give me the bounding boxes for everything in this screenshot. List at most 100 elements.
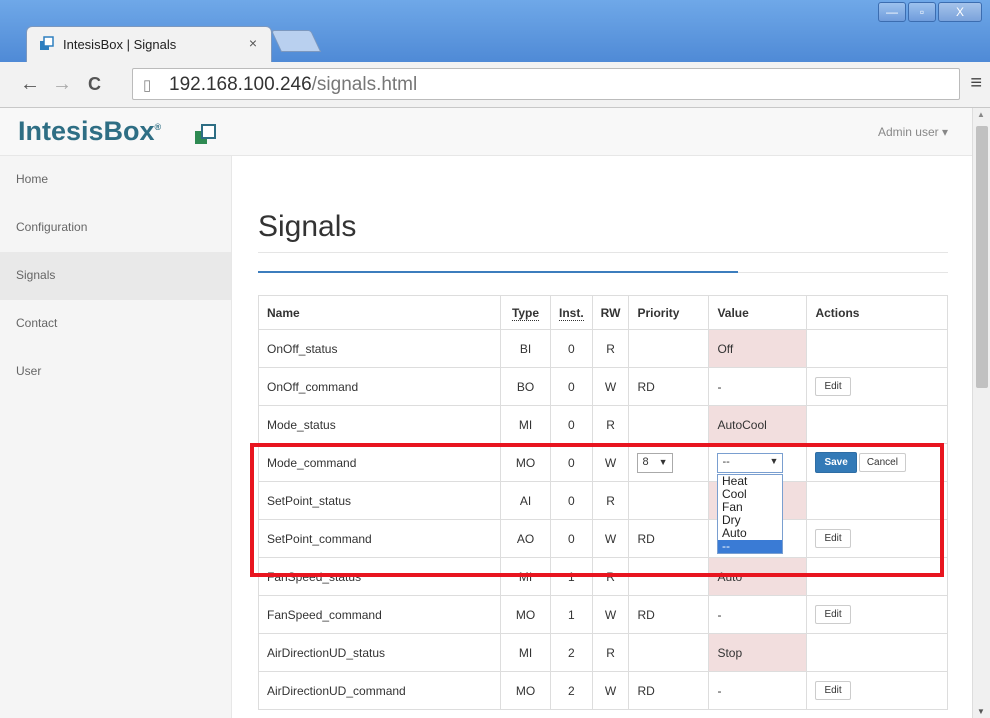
browser-titlebar: IntesisBox | Signals × — ▫ X <box>0 0 990 62</box>
cell-inst: 0 <box>550 405 593 444</box>
minimize-button[interactable]: — <box>878 2 906 22</box>
favicon-icon <box>40 36 54 50</box>
cell-actions <box>806 481 948 520</box>
cell-rw: R <box>591 633 630 672</box>
cell-value: - <box>708 671 808 710</box>
page-scrollbar[interactable]: ▲ ▼ <box>972 108 990 718</box>
cell-priority <box>628 633 710 672</box>
sidebar-item-user[interactable]: User <box>0 348 231 396</box>
back-arrow-icon[interactable]: ← <box>20 73 40 96</box>
edit-button[interactable]: Edit <box>815 681 851 700</box>
maximize-button[interactable]: ▫ <box>908 2 936 22</box>
col-header-rw: RW <box>591 295 630 330</box>
url-text: 192.168.100.246/signals.html <box>169 74 417 96</box>
table-row: AirDirectionUD_command MO 2 W RD - Edit <box>258 671 948 710</box>
cell-type: AI <box>500 481 551 520</box>
scroll-thumb[interactable] <box>976 126 988 388</box>
cell-name: OnOff_command <box>258 367 501 406</box>
admin-user-menu[interactable]: Admin user ▾ <box>878 125 948 139</box>
edit-button[interactable]: Edit <box>815 605 851 624</box>
browser-tab[interactable]: IntesisBox | Signals × <box>26 26 272 62</box>
cell-name: AirDirectionUD_status <box>258 633 501 672</box>
page-title: Signals <box>258 210 357 243</box>
cell-type: MI <box>500 557 551 596</box>
cell-rw: W <box>591 367 630 406</box>
cell-priority <box>628 329 710 368</box>
cell-actions: Edit <box>806 367 948 406</box>
cell-type: MO <box>500 671 551 710</box>
table-row: SetPoint_command AO 0 W RD Edit <box>258 519 948 558</box>
dropdown-option-selected[interactable]: -- <box>718 540 782 553</box>
reload-icon[interactable]: C <box>88 74 101 95</box>
table-row: Mode_command MO 0 W 8 ▼ -- ▼ Save Cancel <box>258 443 948 482</box>
scroll-up-icon[interactable]: ▲ <box>977 110 985 119</box>
cell-inst: 0 <box>550 481 593 520</box>
priority-select-value: 8 <box>642 455 649 468</box>
close-window-button[interactable]: X <box>938 2 982 22</box>
cell-inst: 0 <box>550 519 593 558</box>
col-header-type: Type <box>500 295 551 330</box>
table-row: Mode_status MI 0 R AutoCool <box>258 405 948 444</box>
cell-name: FanSpeed_command <box>258 595 501 634</box>
col-header-type-label: Type <box>511 305 540 321</box>
value-select[interactable]: -- ▼ <box>717 452 784 473</box>
address-bar[interactable]: ▯ 192.168.100.246/signals.html <box>132 68 960 100</box>
cell-inst: 1 <box>550 595 593 634</box>
cell-actions: Edit <box>806 671 948 710</box>
cell-actions <box>806 329 948 368</box>
edit-button[interactable]: Edit <box>815 377 851 396</box>
brand-logo-icon <box>195 124 216 144</box>
cell-name: AirDirectionUD_command <box>258 671 501 710</box>
value-dropdown-list: Heat Cool Fan Dry Auto -- <box>717 474 783 554</box>
col-header-name: Name <box>258 295 501 330</box>
window-controls: — ▫ X <box>876 2 982 22</box>
sidebar: Home Configuration Signals Contact User <box>0 156 232 718</box>
cell-name: Mode_command <box>258 443 501 482</box>
cell-priority <box>628 405 710 444</box>
cell-inst: 0 <box>550 367 593 406</box>
forward-arrow-icon[interactable]: → <box>52 73 72 96</box>
cell-rw: W <box>591 443 630 482</box>
table-row: AirDirectionUD_status MI 2 R Stop <box>258 633 948 672</box>
cancel-button[interactable]: Cancel <box>858 453 906 472</box>
cell-actions: Edit <box>806 595 948 634</box>
progress-rule <box>258 271 738 273</box>
cell-type: BO <box>500 367 551 406</box>
sidebar-item-signals[interactable]: Signals <box>0 252 231 300</box>
title-divider <box>258 252 948 253</box>
cell-type: MO <box>500 443 551 482</box>
table-row: OnOff_command BO 0 W RD - Edit <box>258 367 948 406</box>
brand-name: IntesisBox <box>18 116 155 146</box>
col-header-value: Value <box>708 295 808 330</box>
cell-inst: 2 <box>550 633 593 672</box>
table-row: SetPoint_status AI 0 R <box>258 481 948 520</box>
save-button[interactable]: Save <box>815 452 857 473</box>
table-row: FanSpeed_command MO 1 W RD - Edit <box>258 595 948 634</box>
cell-actions: Save Cancel <box>806 443 948 482</box>
cell-value: Stop <box>708 633 808 672</box>
scroll-down-icon[interactable]: ▼ <box>977 707 985 716</box>
cell-inst: 0 <box>550 443 593 482</box>
registered-mark: ® <box>154 122 162 132</box>
sidebar-item-home[interactable]: Home <box>0 156 231 204</box>
sidebar-item-contact[interactable]: Contact <box>0 300 231 348</box>
new-tab-button[interactable] <box>270 30 322 52</box>
cell-name: Mode_status <box>258 405 501 444</box>
cell-rw: W <box>591 519 630 558</box>
value-select-value: -- <box>722 455 730 468</box>
sidebar-item-configuration[interactable]: Configuration <box>0 204 231 252</box>
browser-toolbar: ← → C ▯ 192.168.100.246/signals.html ≡ <box>0 62 990 108</box>
cell-priority: RD <box>628 595 710 634</box>
cell-type: MO <box>500 595 551 634</box>
edit-button[interactable]: Edit <box>815 529 851 548</box>
browser-menu-icon[interactable]: ≡ <box>970 72 982 95</box>
cell-rw: W <box>591 595 630 634</box>
brand-logo-text[interactable]: IntesisBox® <box>18 116 161 147</box>
cell-actions: Edit <box>806 519 948 558</box>
tab-close-icon[interactable]: × <box>249 35 257 51</box>
cell-value: Auto <box>708 557 808 596</box>
cell-value: - <box>708 367 808 406</box>
dropdown-arrow-icon: ▼ <box>658 456 668 467</box>
col-header-priority: Priority <box>628 295 710 330</box>
priority-select[interactable]: 8 ▼ <box>637 452 673 473</box>
